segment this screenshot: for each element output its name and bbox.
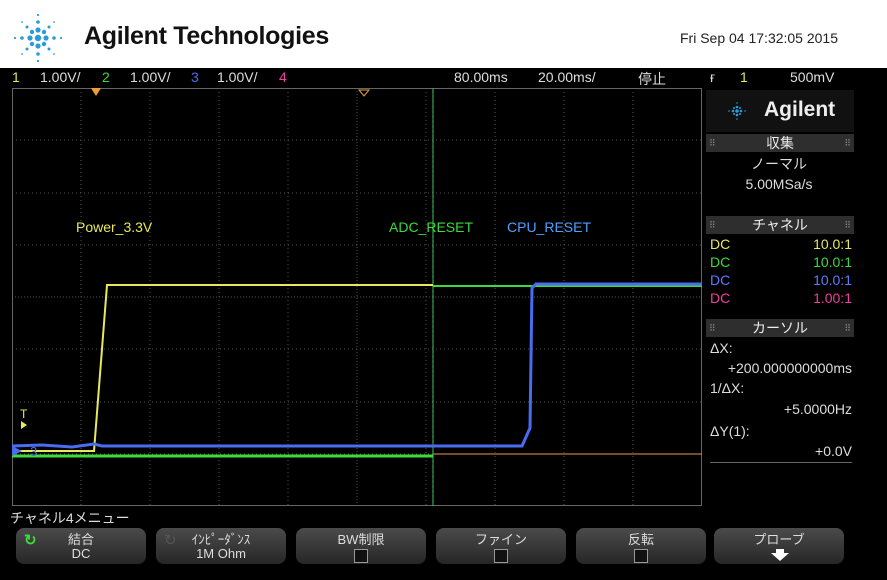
ch4-coupling: DC bbox=[710, 290, 731, 306]
softkey-fine[interactable]: ファイン bbox=[436, 528, 566, 564]
ch3-ground-marker: 3 bbox=[30, 444, 37, 459]
delta-y-value: +0.0V bbox=[815, 443, 852, 459]
submenu-arrow-down-icon bbox=[771, 549, 789, 561]
waveform-graticule[interactable]: Power_3.3V ADC_RESET CPU_RESET T 3 bbox=[12, 88, 702, 506]
grip-icon: ⠿ bbox=[844, 138, 851, 148]
trigger-slope-icon: ғ bbox=[710, 69, 716, 85]
softkey-invert[interactable]: 反転 bbox=[576, 528, 706, 564]
bw-limit-checkbox[interactable] bbox=[354, 549, 368, 563]
ch3-coupling: DC bbox=[710, 272, 731, 288]
grip-icon: ⠿ bbox=[844, 220, 851, 230]
softkey-bw-limit-label: BW制限 bbox=[337, 532, 385, 547]
ch1-number[interactable]: 1 bbox=[12, 69, 20, 85]
acquisition-header[interactable]: ⠿ 収集 ⠿ bbox=[706, 134, 854, 152]
ch1-scale[interactable]: 1.00V/ bbox=[40, 69, 80, 85]
trigger-source[interactable]: 1 bbox=[740, 69, 748, 85]
ch4-number[interactable]: 4 bbox=[279, 69, 287, 85]
inverse-delta-x-value-row: +5.0000Hz bbox=[710, 401, 852, 419]
softkey-bw-limit[interactable]: BW制限 bbox=[296, 528, 426, 564]
delta-x-value: +200.000000000ms bbox=[727, 360, 852, 376]
trigger-level-marker: T bbox=[20, 407, 28, 421]
ch3-probe: 10.0:1 bbox=[813, 272, 852, 288]
label-cpu-reset: CPU_RESET bbox=[507, 219, 591, 235]
inverse-delta-x-label: 1/ΔX: bbox=[710, 380, 745, 396]
ch2-probe: 10.0:1 bbox=[813, 254, 852, 270]
ch3-number[interactable]: 3 bbox=[191, 69, 199, 85]
grip-icon: ⠿ bbox=[709, 220, 716, 230]
datetime: Fri Sep 04 17:32:05 2015 bbox=[680, 30, 839, 46]
header-bar: Agilent Technologies Fri Sep 04 17:32:05… bbox=[0, 0, 887, 70]
label-power-3v3: Power_3.3V bbox=[76, 219, 153, 235]
grip-icon: ⠿ bbox=[709, 138, 716, 148]
delta-x-label: ΔX: bbox=[710, 340, 733, 356]
ch3-scale[interactable]: 1.00V/ bbox=[217, 69, 257, 85]
panel-brand-box: Agilent bbox=[706, 90, 854, 132]
label-adc-reset: ADC_RESET bbox=[389, 219, 473, 235]
grip-icon: ⠿ bbox=[844, 323, 851, 333]
delta-y-label-row: ΔY(1): bbox=[710, 423, 852, 441]
softkey-probe[interactable]: プローブ bbox=[714, 528, 844, 564]
ch1-probe: 10.0:1 bbox=[813, 236, 852, 252]
inverse-delta-x-label-row: 1/ΔX: bbox=[710, 380, 852, 398]
ch2-coupling: DC bbox=[710, 254, 731, 270]
softkey-impedance-value: 1M Ohm bbox=[196, 546, 246, 561]
softkey-coupling-value: DC bbox=[71, 546, 91, 561]
agilent-spark-logo-icon bbox=[13, 13, 63, 63]
delta-x-label-row: ΔX: bbox=[710, 340, 852, 358]
time-delay[interactable]: 80.00ms bbox=[454, 69, 508, 85]
channel-row-2[interactable]: DC 10.0:1 bbox=[710, 254, 852, 272]
info-panel: Agilent ⠿ 収集 ⠿ ノーマル 5.00MSa/s ⠿ チャネル ⠿ D… bbox=[706, 90, 854, 504]
panel-brand-name: Agilent bbox=[764, 98, 836, 121]
acquisition-header-label: 収集 bbox=[766, 135, 794, 151]
ch4-probe: 1.00:1 bbox=[813, 290, 852, 306]
brand-name: Agilent Technologies bbox=[84, 22, 329, 50]
ch2-scale[interactable]: 1.00V/ bbox=[130, 69, 170, 85]
agilent-spark-small-icon bbox=[728, 102, 746, 120]
channel-header[interactable]: ⠿ チャネル ⠿ bbox=[706, 216, 854, 234]
grip-icon: ⠿ bbox=[709, 323, 716, 333]
softkey-probe-label: プローブ bbox=[753, 532, 805, 547]
channel-row-3[interactable]: DC 10.0:1 bbox=[710, 272, 852, 290]
cursor-header[interactable]: ⠿ カーソル ⠿ bbox=[706, 319, 854, 337]
softkey-fine-label: ファイン bbox=[474, 532, 527, 547]
acquisition-mode: ノーマル bbox=[751, 156, 807, 172]
trigger-level[interactable]: 500mV bbox=[790, 69, 834, 85]
run-state[interactable]: 停止 bbox=[638, 69, 666, 89]
delta-y-label: ΔY(1): bbox=[710, 423, 750, 439]
status-bar: 1 1.00V/ 2 1.00V/ 3 1.00V/ 4 80.00ms 20.… bbox=[10, 68, 886, 88]
delta-y-value-row: +0.0V bbox=[710, 443, 852, 461]
time-scale[interactable]: 20.00ms/ bbox=[538, 69, 596, 85]
inverse-delta-x-value: +5.0000Hz bbox=[783, 401, 852, 417]
invert-checkbox[interactable] bbox=[634, 549, 648, 563]
sample-rate: 5.00MSa/s bbox=[745, 176, 813, 192]
panel-divider bbox=[710, 462, 852, 463]
ch1-coupling: DC bbox=[710, 236, 731, 252]
fine-checkbox[interactable] bbox=[494, 549, 508, 563]
channel-row-4[interactable]: DC 1.00:1 bbox=[710, 290, 852, 308]
softkey-coupling[interactable]: ↻ 結合 DC bbox=[16, 528, 146, 564]
channel-row-1[interactable]: DC 10.0:1 bbox=[710, 236, 852, 254]
softkey-impedance[interactable]: ↻ ｲﾝﾋﾟｰﾀﾞﾝｽ 1M Ohm bbox=[156, 528, 286, 564]
softkey-invert-label: 反転 bbox=[627, 532, 654, 547]
cursor-header-label: カーソル bbox=[752, 320, 808, 336]
delta-x-value-row: +200.000000000ms bbox=[710, 360, 852, 378]
channel-header-label: チャネル bbox=[752, 217, 808, 233]
ch2-number[interactable]: 2 bbox=[102, 69, 110, 85]
menu-title: チャネル4メニュー bbox=[10, 510, 130, 526]
